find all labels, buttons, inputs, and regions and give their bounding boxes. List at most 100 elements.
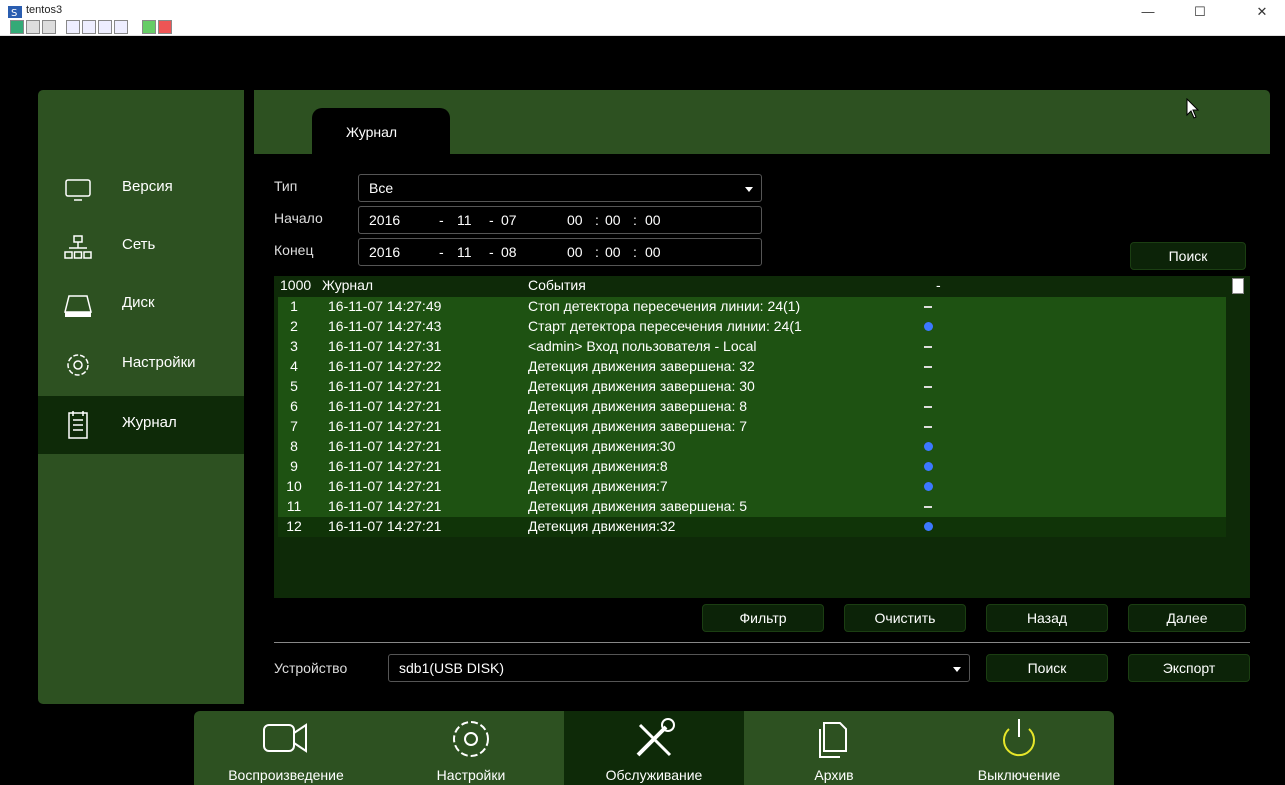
play-icon[interactable] <box>924 322 933 331</box>
toolbar-icon-layout2[interactable] <box>26 20 40 34</box>
row-number: 6 <box>290 398 298 414</box>
dash-icon <box>924 506 932 508</box>
zoom-icon[interactable] <box>66 20 80 34</box>
sidebar-item-disk[interactable]: Диск <box>38 276 244 334</box>
next-button[interactable]: Далее <box>1128 604 1246 632</box>
device-select[interactable]: sdb1(USB DISK) <box>388 654 970 682</box>
row-time: 16-11-07 14:27:21 <box>328 418 442 434</box>
row-number: 5 <box>290 378 298 394</box>
zoom-fit-icon[interactable] <box>114 20 128 34</box>
sidebar-item-label: Сеть <box>122 236 156 253</box>
start-day[interactable]: 07 <box>501 212 517 228</box>
table-row[interactable]: 9 16-11-07 14:27:21 Детекция движения:8 <box>278 457 1226 477</box>
device-search-button[interactable]: Поиск <box>986 654 1108 682</box>
row-time: 16-11-07 14:27:21 <box>328 518 442 534</box>
menu-settings[interactable]: Настройки <box>378 711 564 785</box>
table-row[interactable]: 7 16-11-07 14:27:21 Детекция движения заве… <box>278 417 1226 437</box>
menu-archive[interactable]: Архив <box>744 711 924 785</box>
table-row[interactable]: 3 16-11-07 14:27:31 <admin> Вход пользоват… <box>278 337 1226 357</box>
row-event: Стоп детектора пересечения линии: 24(1) <box>528 298 801 314</box>
search-button[interactable]: Поиск <box>1130 242 1246 270</box>
start-month[interactable]: 11 <box>457 212 472 228</box>
start-second[interactable]: 00 <box>645 212 661 228</box>
minimize-button[interactable]: — <box>1130 2 1166 22</box>
bottom-menu-bar: Воспроизведение Настройки Обслуживание А… <box>194 711 1114 785</box>
clear-button[interactable]: Очистить <box>844 604 966 632</box>
row-event: Детекция движения:8 <box>528 458 668 474</box>
start-hour[interactable]: 00 <box>567 212 583 228</box>
sidebar-item-network[interactable]: Сеть <box>38 218 244 276</box>
end-minute[interactable]: 00 <box>605 244 621 260</box>
row-event: Детекция движения завершена: 8 <box>528 398 748 414</box>
table-row[interactable]: 5 16-11-07 14:27:21 Детекция движения заве… <box>278 377 1226 397</box>
play-icon[interactable] <box>924 442 933 451</box>
row-number: 11 <box>286 498 302 514</box>
menu-playback[interactable]: Воспроизведение <box>194 711 378 785</box>
sidebar-item-log[interactable]: Журнал <box>38 396 244 454</box>
end-year[interactable]: 2016 <box>369 244 400 260</box>
table-row[interactable]: 10 16-11-07 14:27:21 Детекция движения:7 <box>278 477 1226 497</box>
zoom-out-icon[interactable] <box>82 20 96 34</box>
sidebar-item-version[interactable]: Версия <box>38 160 244 218</box>
type-select-value: Все <box>369 180 394 196</box>
start-datetime-field[interactable]: 2016 - 11 - 07 00 : 00 : 00 <box>358 206 762 234</box>
end-hour[interactable]: 00 <box>567 244 583 260</box>
tab-log[interactable]: Журнал <box>312 108 450 154</box>
table-row[interactable]: 2 16-11-07 14:27:43 Старт детектора пересе… <box>278 317 1226 337</box>
header-log[interactable]: Журнал <box>322 277 373 293</box>
row-time: 16-11-07 14:27:49 <box>328 298 442 314</box>
menu-icon[interactable] <box>1232 278 1244 294</box>
play-icon[interactable] <box>924 522 933 531</box>
archive-icon <box>819 722 847 758</box>
sidebar-item-label: Настройки <box>122 354 196 371</box>
record-on-icon[interactable] <box>142 20 156 34</box>
panel-header: Журнал <box>254 90 1270 154</box>
type-select[interactable]: Все <box>358 174 762 202</box>
table-row[interactable]: 12 16-11-07 14:27:21 Детекция движения:32 <box>278 517 1226 537</box>
filter-button[interactable]: Фильтр <box>702 604 824 632</box>
table-row[interactable]: 1 16-11-07 14:27:49 Стоп детектора пересеч… <box>278 297 1226 317</box>
menu-shutdown[interactable]: Выключение <box>924 711 1114 785</box>
start-minute[interactable]: 00 <box>605 212 621 228</box>
end-datetime-field[interactable]: 2016 - 11 - 08 00 : 00 : 00 <box>358 238 762 266</box>
mouse-cursor-icon <box>1186 98 1200 119</box>
log-icon <box>68 411 88 439</box>
menu-maintenance-label: Обслуживание <box>605 767 703 783</box>
row-event: Детекция движения:30 <box>528 438 676 454</box>
header-events[interactable]: События <box>528 277 586 293</box>
record-off-icon[interactable] <box>158 20 172 34</box>
menu-archive-label: Архив <box>814 767 854 783</box>
dash-icon <box>924 406 932 408</box>
row-event: Старт детектора пересечения линии: 24(1 <box>528 318 802 334</box>
start-year[interactable]: 2016 <box>369 212 400 228</box>
tools-icon <box>636 718 675 757</box>
row-event: Детекция движения завершена: 30 <box>528 378 755 394</box>
play-icon[interactable] <box>924 482 933 491</box>
table-row[interactable]: 8 16-11-07 14:27:21 Детекция движения:30 <box>278 437 1226 457</box>
end-day[interactable]: 08 <box>501 244 517 260</box>
end-second[interactable]: 00 <box>645 244 661 260</box>
play-icon[interactable] <box>924 462 933 471</box>
close-button[interactable]: ✕ <box>1244 2 1280 22</box>
table-row[interactable]: 11 16-11-07 14:27:21 Детекция движения зав… <box>278 497 1226 517</box>
toolbar-icon-layout3[interactable] <box>42 20 56 34</box>
network-icon <box>64 235 92 259</box>
scrollbar[interactable] <box>1230 296 1246 598</box>
table-row[interactable]: 4 16-11-07 14:27:22 Детекция движения заве… <box>278 357 1226 377</box>
dash-icon <box>924 366 932 368</box>
end-label: Конец <box>274 242 314 258</box>
export-button[interactable]: Экспорт <box>1128 654 1250 682</box>
zoom-in-icon[interactable] <box>98 20 112 34</box>
table-row[interactable]: 6 16-11-07 14:27:21 Детекция движения заве… <box>278 397 1226 417</box>
table-header: 1000 Журнал События - <box>274 276 1250 296</box>
toolbar-icon-layout1[interactable] <box>10 20 24 34</box>
menu-playback-label: Воспроизведение <box>228 767 344 783</box>
menu-maintenance[interactable]: Обслуживание <box>564 711 744 785</box>
back-button[interactable]: Назад <box>986 604 1108 632</box>
maximize-button[interactable]: ☐ <box>1182 2 1218 22</box>
end-month[interactable]: 11 <box>457 244 472 260</box>
row-number: 8 <box>290 438 298 454</box>
device-label: Устройство <box>274 660 348 676</box>
sidebar-item-settings[interactable]: Настройки <box>38 336 244 394</box>
row-time: 16-11-07 14:27:21 <box>328 478 442 494</box>
